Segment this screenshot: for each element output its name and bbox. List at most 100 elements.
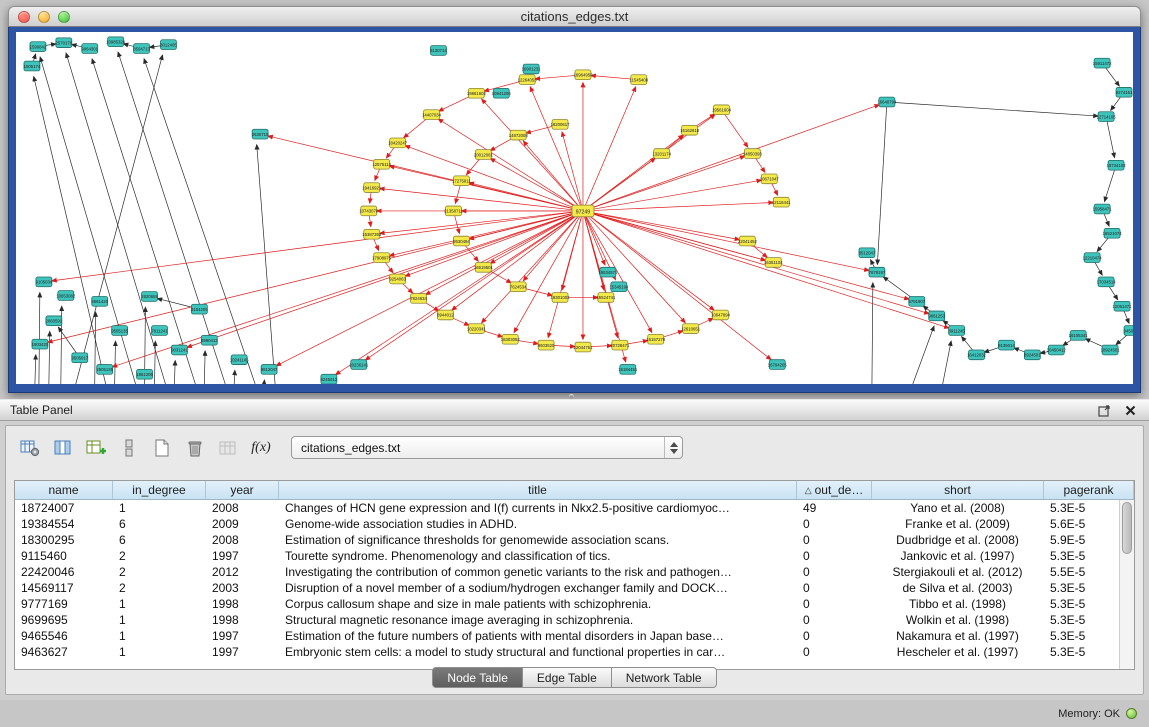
status-bar: Memory: OK bbox=[0, 700, 1149, 727]
table-row[interactable]: 1830029562008Estimation of significance … bbox=[15, 532, 1134, 548]
table-cell: 19384554 bbox=[15, 517, 113, 531]
table-row[interactable]: 969969511998Structural magnetic resonanc… bbox=[15, 612, 1134, 628]
table-cell: Hescheler et al. (1997) bbox=[872, 645, 1044, 659]
close-window-icon[interactable] bbox=[18, 11, 30, 23]
table-row[interactable]: 2242004622012Investigating the contribut… bbox=[15, 564, 1134, 580]
table-row[interactable]: 1938455462009Genome-wide association stu… bbox=[15, 516, 1134, 532]
combo-value: citations_edges.txt bbox=[292, 441, 664, 455]
network-window: citations_edges.txt 11545408169649501226… bbox=[8, 6, 1141, 393]
svg-text:16901231: 16901231 bbox=[522, 67, 542, 72]
table-cell: 9115460 bbox=[15, 549, 113, 563]
column-header-out_de[interactable]: △out_de… bbox=[797, 481, 872, 499]
table-cell: 0 bbox=[797, 597, 872, 611]
import-table-icon[interactable] bbox=[216, 436, 240, 460]
table-settings-icon[interactable] bbox=[18, 436, 42, 460]
delete-column-icon[interactable] bbox=[117, 436, 141, 460]
svg-text:15184451: 15184451 bbox=[618, 367, 638, 372]
table-header-row: name in_degreeyear title △out_de… short pager… bbox=[15, 481, 1134, 500]
zoom-window-icon[interactable] bbox=[58, 11, 70, 23]
svg-text:19561604: 19561604 bbox=[712, 108, 732, 113]
svg-text:9254063: 9254063 bbox=[389, 277, 406, 282]
table-cell: Stergiakouli et al. (2012) bbox=[872, 565, 1044, 579]
table-row[interactable]: 1456911722003Disruption of a novel membe… bbox=[15, 580, 1134, 596]
svg-text:9505017: 9505017 bbox=[71, 356, 88, 361]
svg-text:10985324: 10985324 bbox=[106, 40, 126, 45]
column-header-in_degree[interactable]: in_degree bbox=[113, 481, 206, 499]
column-label: name bbox=[48, 483, 78, 497]
svg-text:9245012: 9245012 bbox=[321, 377, 338, 382]
delete-table-icon[interactable] bbox=[183, 436, 207, 460]
svg-text:18303052: 18303052 bbox=[501, 337, 521, 342]
network-canvas[interactable]: 1154540816964950122640531986160214407034… bbox=[16, 32, 1133, 384]
svg-text:10241145: 10241145 bbox=[230, 357, 249, 362]
create-column-icon[interactable] bbox=[84, 436, 108, 460]
svg-text:9603520: 9603520 bbox=[538, 343, 555, 348]
window-titlebar[interactable]: citations_edges.txt bbox=[8, 6, 1141, 27]
tab-network-table[interactable]: Network Table bbox=[612, 667, 717, 688]
column-header-short[interactable]: short bbox=[872, 481, 1044, 499]
citation-network-graph[interactable]: 1154540816964950122640531986160214407034… bbox=[16, 32, 1133, 384]
svg-text:10236141: 10236141 bbox=[349, 362, 369, 367]
svg-text:14407034: 14407034 bbox=[422, 112, 442, 117]
undock-panel-icon[interactable] bbox=[1095, 402, 1113, 418]
table-cell: Tibbo et al. (1998) bbox=[872, 597, 1044, 611]
table-cell: de Silva et al. (2003) bbox=[872, 581, 1044, 595]
tab-node-table[interactable]: Node Table bbox=[432, 667, 523, 688]
svg-text:19734103: 19734103 bbox=[1107, 163, 1127, 168]
svg-text:18420247: 18420247 bbox=[388, 141, 408, 146]
table-cell: 6 bbox=[113, 533, 206, 547]
table-cell: Genome-wide association studies in ADHD. bbox=[279, 517, 797, 531]
column-label: title bbox=[528, 483, 547, 497]
svg-text:12210474: 12210474 bbox=[1083, 255, 1103, 260]
svg-text:19416921: 19416921 bbox=[362, 185, 382, 190]
table-cell: 18724007 bbox=[15, 501, 113, 515]
column-header-name[interactable]: name bbox=[15, 481, 113, 499]
combo-stepper-icon[interactable] bbox=[664, 437, 682, 458]
close-panel-icon[interactable] bbox=[1121, 402, 1139, 418]
svg-text:18924501: 18924501 bbox=[1101, 348, 1121, 353]
svg-text:14872008: 14872008 bbox=[509, 133, 529, 138]
column-header-title[interactable]: title bbox=[279, 481, 797, 499]
svg-text:13201174: 13201174 bbox=[652, 151, 671, 156]
column-label: short bbox=[944, 483, 971, 497]
svg-text:9064301: 9064301 bbox=[81, 46, 98, 51]
table-row[interactable]: 1872400712008Changes of HCN gene express… bbox=[15, 500, 1134, 516]
column-header-year[interactable]: year bbox=[206, 481, 279, 499]
scrollbar-thumb[interactable] bbox=[1122, 502, 1132, 554]
svg-text:12264053: 12264053 bbox=[518, 77, 538, 82]
table-row[interactable]: 946362711997Embryonic stem cells: a mode… bbox=[15, 644, 1134, 660]
table-row[interactable]: 946554611997Estimation of the future num… bbox=[15, 628, 1134, 644]
table-cell: Estimation of the future numbers of pati… bbox=[279, 629, 797, 643]
svg-text:17034514: 17034514 bbox=[1097, 280, 1117, 285]
table-cell: 1 bbox=[113, 597, 206, 611]
svg-text:8561420: 8561420 bbox=[91, 299, 108, 304]
svg-text:8990412: 8990412 bbox=[201, 338, 218, 343]
svg-text:6791907: 6791907 bbox=[908, 299, 925, 304]
table-cell: Estimation of significance thresholds fo… bbox=[279, 533, 797, 547]
minimize-window-icon[interactable] bbox=[38, 11, 50, 23]
svg-text:18200617: 18200617 bbox=[551, 122, 571, 127]
table-selector-combo[interactable]: citations_edges.txt bbox=[291, 436, 683, 459]
vertical-scrollbar[interactable] bbox=[1119, 500, 1134, 669]
svg-text:10941205: 10941205 bbox=[492, 91, 512, 96]
table-cell: 0 bbox=[797, 565, 872, 579]
table-row[interactable]: 977716911998Corpus callosum shape and si… bbox=[15, 596, 1134, 612]
table-cell: Disruption of a novel member of a sodium… bbox=[279, 581, 797, 595]
svg-text:18301002: 18301002 bbox=[551, 295, 571, 300]
tab-edge-table[interactable]: Edge Table bbox=[523, 667, 612, 688]
svg-text:16794205: 16794205 bbox=[768, 362, 788, 367]
table-row[interactable]: 911546021997Tourette syndrome. Phenomeno… bbox=[15, 548, 1134, 564]
svg-text:16351104: 16351104 bbox=[764, 260, 783, 265]
svg-text:7679197: 7679197 bbox=[869, 270, 886, 275]
function-builder-icon[interactable]: f(x) bbox=[249, 436, 273, 460]
new-file-icon[interactable] bbox=[150, 436, 174, 460]
table-cell: 1 bbox=[113, 645, 206, 659]
column-label: out_de… bbox=[815, 483, 864, 497]
svg-text:15387393: 15387393 bbox=[362, 232, 382, 237]
show-columns-icon[interactable] bbox=[51, 436, 75, 460]
svg-text:22041452: 22041452 bbox=[738, 239, 758, 244]
svg-text:20012061: 20012061 bbox=[474, 152, 494, 157]
column-header-pagerank[interactable]: pagerank bbox=[1044, 481, 1134, 499]
svg-text:11545408: 11545408 bbox=[629, 77, 648, 82]
table-cell: 9463627 bbox=[15, 645, 113, 659]
